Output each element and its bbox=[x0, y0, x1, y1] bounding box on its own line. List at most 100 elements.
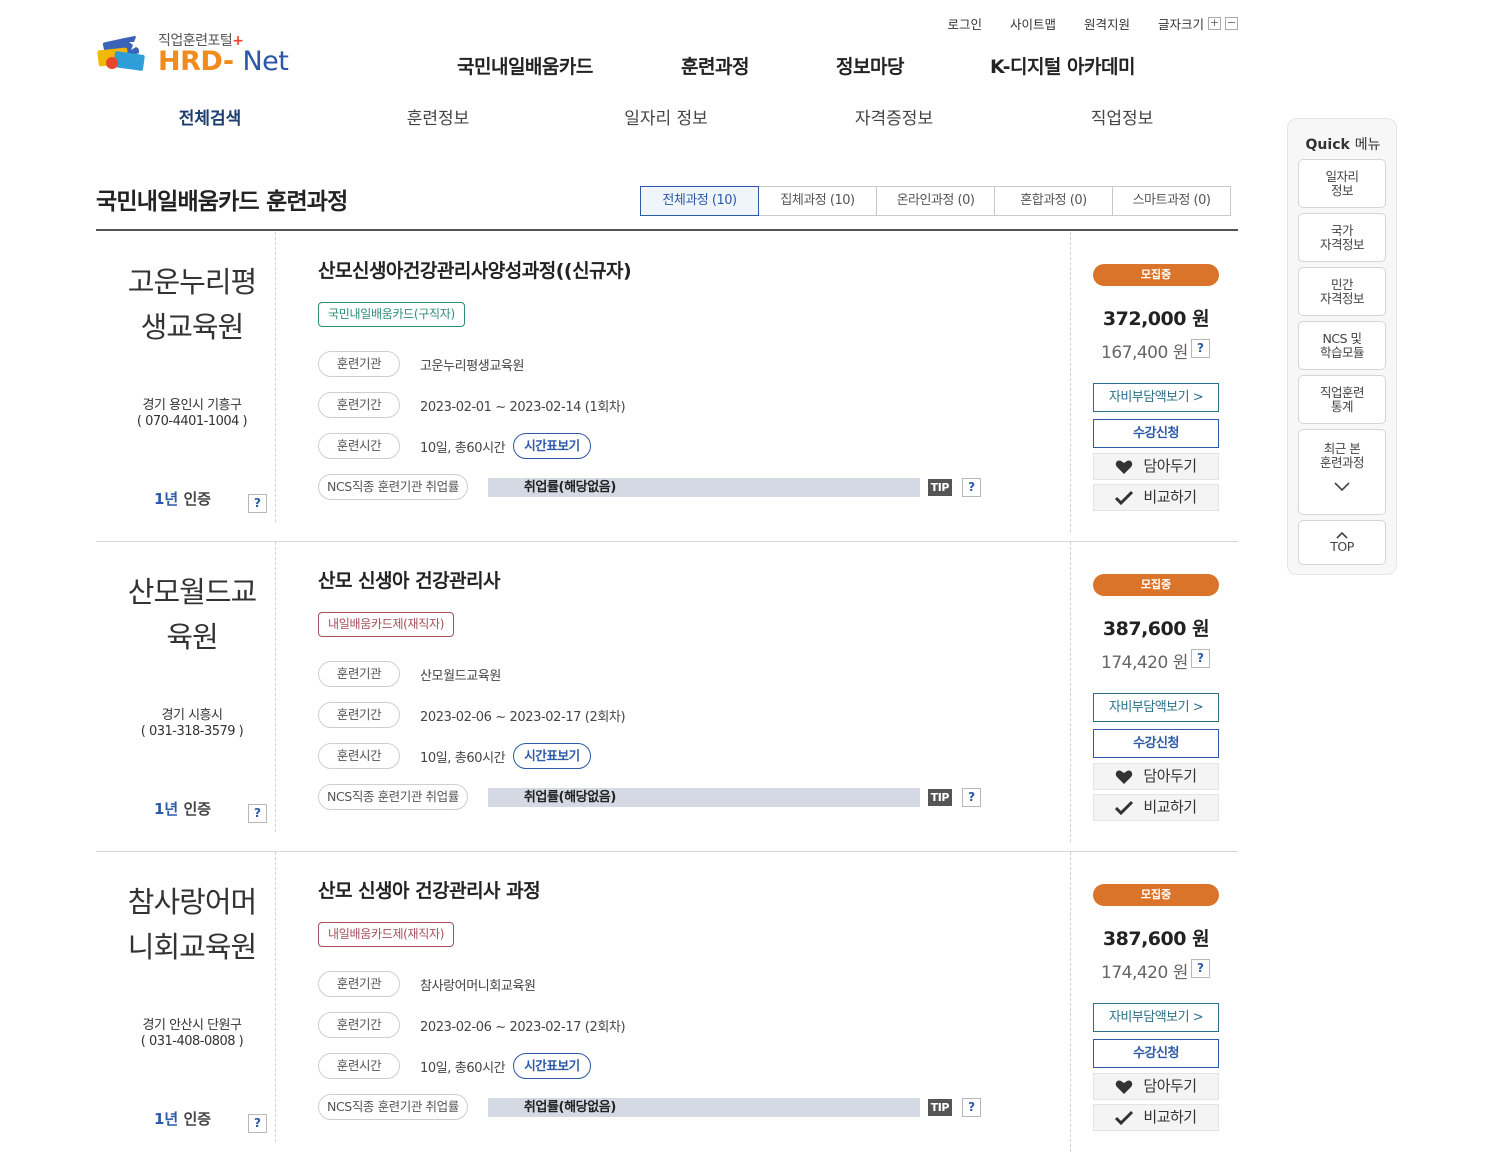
course-card: 참사랑어머 니회교육원 경기 안산시 단원구( 031-408-0808 ) 1년… bbox=[96, 852, 1238, 1167]
quick-item-jobs[interactable]: 일자리 정보 bbox=[1298, 159, 1386, 208]
sitemap-link[interactable]: 사이트맵 bbox=[1010, 14, 1056, 33]
institution-panel: 산모월드교 육원 경기 시흥시( 031-318-3579 ) 1년 인증 ? bbox=[96, 542, 276, 832]
institution-row: 훈련기관 고운누리평생교육원 bbox=[318, 351, 524, 377]
tip-badge[interactable]: TIP bbox=[927, 1098, 952, 1116]
period-row: 훈련기간 2023-02-06 ~ 2023-02-17 (2회차) bbox=[318, 702, 626, 728]
check-icon bbox=[1115, 490, 1134, 505]
nav-item-learning-card[interactable]: 국민내일배움카드 bbox=[457, 52, 681, 79]
timetable-button[interactable]: 시간표보기 bbox=[513, 743, 591, 769]
subnav-training[interactable]: 훈련정보 bbox=[324, 104, 552, 129]
quick-item-national-cert[interactable]: 국가 자격정보 bbox=[1298, 213, 1386, 262]
scroll-top-button[interactable]: TOP bbox=[1298, 520, 1386, 565]
heart-icon bbox=[1116, 1080, 1133, 1094]
ncs-employment-label: NCS직종 훈련기관 취업률 bbox=[318, 1094, 468, 1120]
apply-button[interactable]: 수강신청 bbox=[1093, 1039, 1219, 1068]
employment-help-icon[interactable]: ? bbox=[961, 477, 981, 497]
institution-name[interactable]: 고운누리평 생교육원 bbox=[112, 260, 272, 350]
course-title[interactable]: 산모 신생아 건강관리사 과정 bbox=[318, 876, 541, 903]
certification-help-icon[interactable]: ? bbox=[248, 804, 267, 823]
employment-help-icon[interactable]: ? bbox=[961, 787, 981, 807]
course-info: 산모 신생아 건강관리사 내일배움카드제(재직자) 훈련기관 산모월드교육원 훈… bbox=[318, 542, 1078, 842]
institution-name[interactable]: 산모월드교 육원 bbox=[112, 570, 272, 660]
course-card: 고운누리평 생교육원 경기 용인시 기흥구( 070-4401-1004 ) 1년… bbox=[96, 232, 1238, 542]
wishlist-button[interactable]: 담아두기 bbox=[1093, 1073, 1219, 1100]
utility-nav: 로그인 사이트맵 원격지원 글자크기 + − bbox=[947, 14, 1238, 33]
font-increase-button[interactable]: + bbox=[1208, 17, 1221, 30]
price-panel: 모집중 387,600 원 174,420 원 ? 자비부담액보기 > 수강신청… bbox=[1070, 542, 1238, 842]
subnav-jobs[interactable]: 일자리 정보 bbox=[552, 104, 780, 129]
certification-help-icon[interactable]: ? bbox=[248, 1114, 267, 1133]
tab-offline[interactable]: 집체과정 (10) bbox=[758, 186, 877, 216]
period-label: 훈련기간 bbox=[318, 392, 400, 418]
certification-label: 1년 인증 bbox=[154, 1110, 212, 1128]
certification-help-icon[interactable]: ? bbox=[248, 494, 267, 513]
nav-item-info[interactable]: 정보마당 bbox=[836, 52, 990, 79]
nav-item-courses[interactable]: 훈련과정 bbox=[681, 52, 836, 79]
card-type-tag: 내일배움카드제(재직자) bbox=[318, 922, 455, 947]
employment-rate-bar: 취업률(해당없음) bbox=[487, 477, 920, 497]
subnav-certificates[interactable]: 자격증정보 bbox=[780, 104, 1008, 129]
font-size-control: 글자크기 + − bbox=[1158, 14, 1238, 33]
timetable-button[interactable]: 시간표보기 bbox=[513, 433, 591, 459]
compare-button[interactable]: 비교하기 bbox=[1093, 1104, 1219, 1131]
institution-location: 경기 용인시 기흥구( 070-4401-1004 ) bbox=[136, 398, 248, 429]
chevron-down-icon bbox=[1334, 482, 1350, 492]
self-pay-price: 174,420 원 bbox=[1101, 653, 1188, 673]
self-pay-button[interactable]: 자비부담액보기 > bbox=[1093, 693, 1219, 722]
login-link[interactable]: 로그인 bbox=[947, 14, 982, 33]
nav-item-k-digital[interactable]: K-디지털 아카데미 bbox=[990, 52, 1135, 79]
self-pay-button[interactable]: 자비부담액보기 > bbox=[1093, 1003, 1219, 1032]
period-value: 2023-02-06 ~ 2023-02-17 (2회차) bbox=[420, 709, 626, 725]
ncs-employment-label: NCS직종 훈련기관 취업률 bbox=[318, 474, 468, 500]
period-label: 훈련기간 bbox=[318, 702, 400, 728]
wishlist-button[interactable]: 담아두기 bbox=[1093, 763, 1219, 790]
price-help-icon[interactable]: ? bbox=[1191, 649, 1210, 668]
course-price: 372,000 원 bbox=[1102, 308, 1210, 330]
hrd-net-logo[interactable]: 직업훈련포털+ HRD- Net bbox=[96, 28, 296, 78]
tab-all[interactable]: 전체과정 (10) bbox=[640, 186, 759, 216]
hours-value: 10일, 총60시간 bbox=[420, 1060, 506, 1076]
timetable-button[interactable]: 시간표보기 bbox=[513, 1053, 591, 1079]
price-help-icon[interactable]: ? bbox=[1191, 339, 1210, 358]
certification-label: 1년 인증 bbox=[154, 800, 212, 818]
tab-online[interactable]: 온라인과정 (0) bbox=[876, 186, 995, 216]
institution-location: 경기 안산시 단원구( 031-408-0808 ) bbox=[140, 1018, 244, 1049]
heart-icon bbox=[1116, 770, 1133, 784]
compare-button[interactable]: 비교하기 bbox=[1093, 794, 1219, 821]
institution-label: 훈련기관 bbox=[318, 351, 400, 377]
status-badge: 모집중 bbox=[1093, 264, 1219, 286]
tip-badge[interactable]: TIP bbox=[927, 788, 952, 806]
employment-row: NCS직종 훈련기관 취업률 취업률(해당없음) TIP ? bbox=[318, 1094, 981, 1120]
tab-smart[interactable]: 스마트과정 (0) bbox=[1112, 186, 1231, 216]
course-title[interactable]: 산모 신생아 건강관리사 bbox=[318, 566, 501, 593]
compare-button[interactable]: 비교하기 bbox=[1093, 484, 1219, 511]
course-title[interactable]: 산모신생아건강관리사양성과정((신규자) bbox=[318, 256, 632, 283]
quick-item-private-cert[interactable]: 민간 자격정보 bbox=[1298, 267, 1386, 316]
tab-blended[interactable]: 혼합과정 (0) bbox=[994, 186, 1113, 216]
apply-button[interactable]: 수강신청 bbox=[1093, 729, 1219, 758]
card-type-tag: 내일배움카드제(재직자) bbox=[318, 612, 455, 637]
period-row: 훈련기간 2023-02-01 ~ 2023-02-14 (1회차) bbox=[318, 392, 626, 418]
subnav-occupations[interactable]: 직업정보 bbox=[1008, 104, 1236, 129]
institution-value: 고운누리평생교육원 bbox=[420, 358, 525, 374]
wishlist-button[interactable]: 담아두기 bbox=[1093, 453, 1219, 480]
tip-badge[interactable]: TIP bbox=[927, 478, 952, 496]
apply-button[interactable]: 수강신청 bbox=[1093, 419, 1219, 448]
course-type-tabs: 전체과정 (10) 집체과정 (10) 온라인과정 (0) 혼합과정 (0) 스… bbox=[640, 186, 1231, 216]
ncs-employment-label: NCS직종 훈련기관 취업률 bbox=[318, 784, 468, 810]
subnav-all-search[interactable]: 전체검색 bbox=[96, 104, 324, 129]
font-decrease-button[interactable]: − bbox=[1225, 17, 1238, 30]
quick-item-ncs[interactable]: NCS 및 학습모듈 bbox=[1298, 321, 1386, 370]
institution-label: 훈련기관 bbox=[318, 661, 400, 687]
remote-support-link[interactable]: 원격지원 bbox=[1084, 14, 1130, 33]
price-help-icon[interactable]: ? bbox=[1191, 959, 1210, 978]
institution-label: 훈련기관 bbox=[318, 971, 400, 997]
institution-value: 참사랑어머니회교육원 bbox=[420, 978, 536, 994]
self-pay-button[interactable]: 자비부담액보기 > bbox=[1093, 383, 1219, 412]
quick-item-statistics[interactable]: 직업훈련 통계 bbox=[1298, 375, 1386, 424]
institution-panel: 고운누리평 생교육원 경기 용인시 기흥구( 070-4401-1004 ) 1년… bbox=[96, 232, 276, 522]
quick-item-recent-courses[interactable]: 최근 본 훈련과정 bbox=[1298, 429, 1386, 515]
price-panel: 모집중 372,000 원 167,400 원 ? 자비부담액보기 > 수강신청… bbox=[1070, 232, 1238, 532]
institution-name[interactable]: 참사랑어머 니회교육원 bbox=[112, 880, 272, 970]
employment-help-icon[interactable]: ? bbox=[961, 1097, 981, 1117]
